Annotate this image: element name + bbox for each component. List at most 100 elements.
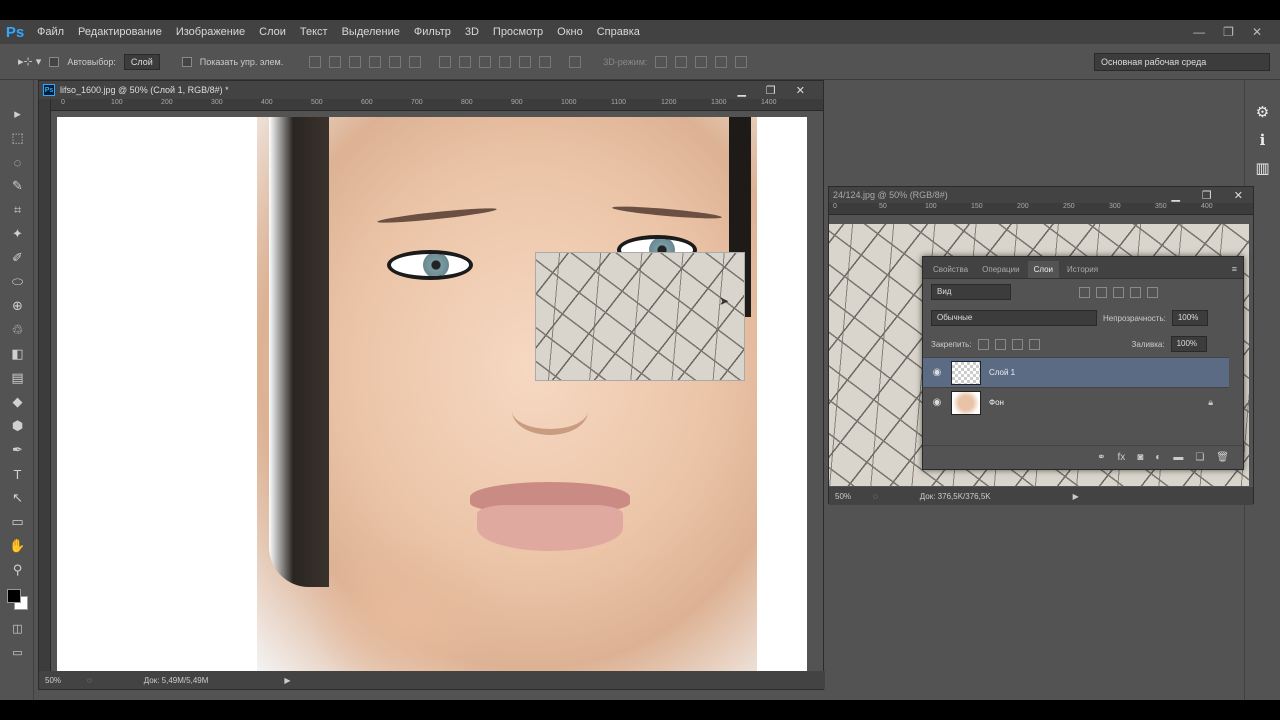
panel-menu-icon[interactable]: ≡	[1226, 260, 1243, 278]
autoselect-checkbox[interactable]	[49, 56, 60, 67]
histogram-icon[interactable]: ▥	[1251, 156, 1275, 180]
align-bottom-icon[interactable]	[349, 55, 362, 68]
path-select-tool-icon[interactable]: ↖	[4, 486, 32, 510]
menu-image[interactable]: Изображение	[169, 20, 252, 44]
dodge-tool-icon[interactable]: ⬢	[4, 414, 32, 438]
minimize-icon[interactable]: —	[1193, 25, 1205, 39]
distribute-hcenter-icon[interactable]	[519, 55, 532, 68]
quick-mask-icon[interactable]: ◫	[4, 616, 32, 640]
lock-all-icon[interactable]	[1028, 338, 1040, 350]
doc2-minimize-icon[interactable]: ▁	[1171, 189, 1179, 202]
autoselect-dropdown[interactable]: Слой	[123, 53, 160, 70]
move-tool-icon[interactable]: ▸	[4, 102, 32, 126]
menu-window[interactable]: Окно	[550, 20, 590, 44]
blend-mode-dropdown[interactable]: Обычные	[931, 310, 1097, 326]
screen-mode-icon[interactable]: ▭	[4, 640, 32, 664]
lock-transparency-icon[interactable]	[977, 338, 989, 350]
fill-input[interactable]: 100%	[1170, 336, 1207, 352]
distribute-bottom-icon[interactable]	[479, 55, 492, 68]
align-left-icon[interactable]	[369, 55, 382, 68]
auto-align-icon[interactable]	[569, 55, 582, 68]
hand-tool-icon[interactable]: ✋	[4, 534, 32, 558]
delete-layer-icon[interactable]: 🗑︎	[1216, 452, 1229, 463]
menu-select[interactable]: Выделение	[335, 20, 407, 44]
filter-shape-icon[interactable]	[1130, 286, 1141, 298]
layer-name[interactable]: Слой 1	[989, 368, 1015, 377]
doc2-restore-icon[interactable]: ❐	[1202, 189, 1212, 202]
gradient-tool-icon[interactable]: ▤	[4, 366, 32, 390]
type-tool-icon[interactable]: T	[4, 462, 32, 486]
3d-rotate-icon[interactable]	[655, 55, 668, 68]
distribute-top-icon[interactable]	[439, 55, 452, 68]
shape-tool-icon[interactable]: ▭	[4, 510, 32, 534]
menu-3d[interactable]: 3D	[458, 20, 486, 44]
align-vcenter-icon[interactable]	[329, 55, 342, 68]
layer-item[interactable]: ◉ Слой 1	[923, 357, 1229, 387]
align-right-icon[interactable]	[409, 55, 422, 68]
quick-select-tool-icon[interactable]: ✎	[4, 174, 32, 198]
close-icon[interactable]: ✕	[1252, 25, 1262, 39]
layer-name[interactable]: Фон	[989, 398, 1004, 407]
filter-smart-icon[interactable]	[1147, 286, 1158, 298]
status-menu-arrow-icon-2[interactable]: ▶	[1073, 492, 1079, 501]
info-icon[interactable]: ℹ	[1251, 128, 1275, 152]
new-layer-icon[interactable]: ❏	[1195, 452, 1204, 463]
status-menu-arrow-icon[interactable]: ▶	[284, 676, 290, 685]
link-layers-icon[interactable]: ⚭	[1097, 452, 1105, 463]
menu-help[interactable]: Справка	[590, 20, 647, 44]
distribute-vcenter-icon[interactable]	[459, 55, 472, 68]
menu-layer[interactable]: Слои	[252, 20, 293, 44]
eraser-tool-icon[interactable]: ◧	[4, 342, 32, 366]
distribute-left-icon[interactable]	[499, 55, 512, 68]
opacity-input[interactable]: 100%	[1171, 310, 1208, 326]
brush-tool-icon[interactable]: ⬭	[4, 270, 32, 294]
doc-minimize-icon[interactable]: ▁	[737, 84, 745, 97]
lasso-tool-icon[interactable]: ◌	[4, 150, 32, 174]
layer-filter-dropdown[interactable]: Вид	[931, 284, 1011, 300]
marquee-tool-icon[interactable]: ⬚	[4, 126, 32, 150]
document-tab[interactable]: Ps lifso_1600.jpg @ 50% (Слой 1, RGB/8#)…	[39, 81, 823, 99]
add-mask-icon[interactable]: ◙	[1137, 452, 1143, 463]
document-window-main[interactable]: Ps lifso_1600.jpg @ 50% (Слой 1, RGB/8#)…	[38, 80, 825, 690]
layer-style-icon[interactable]: fx	[1117, 452, 1125, 463]
move-tool-icon[interactable]: ▸⊹ ▾	[18, 55, 41, 68]
workspace-dropdown[interactable]: Основная рабочая среда	[1094, 52, 1270, 71]
new-group-icon[interactable]: ▬	[1173, 452, 1183, 463]
lock-position-icon[interactable]	[1011, 338, 1023, 350]
adjustment-layer-icon[interactable]: ◐	[1155, 452, 1161, 463]
distribute-right-icon[interactable]	[539, 55, 552, 68]
healing-brush-tool-icon[interactable]: ✐	[4, 246, 32, 270]
zoom-level-2[interactable]: 50%	[835, 492, 851, 501]
color-swatches[interactable]	[2, 582, 33, 616]
blur-tool-icon[interactable]: ◆	[4, 390, 32, 414]
menu-edit[interactable]: Редактирование	[71, 20, 169, 44]
settings-gear-icon[interactable]: ⚙	[1251, 100, 1275, 124]
doc-restore-icon[interactable]: ❐	[766, 84, 776, 97]
3d-roll-icon[interactable]	[675, 55, 688, 68]
filter-type-icon[interactable]	[1113, 286, 1124, 298]
3d-slide-icon[interactable]	[715, 55, 728, 68]
layer-item[interactable]: ◉ Фон 🔒︎	[923, 387, 1229, 417]
clone-stamp-tool-icon[interactable]: ⊕	[4, 294, 32, 318]
menu-view[interactable]: Просмотр	[486, 20, 550, 44]
tab-properties[interactable]: Свойства	[927, 261, 974, 278]
history-brush-tool-icon[interactable]: ♲	[4, 318, 32, 342]
filter-pixel-icon[interactable]	[1079, 286, 1090, 298]
zoom-tool-icon[interactable]: ⚲	[4, 558, 32, 582]
align-hcenter-icon[interactable]	[389, 55, 402, 68]
tab-actions[interactable]: Операции	[976, 261, 1025, 278]
visibility-eye-icon[interactable]: ◉	[923, 367, 951, 378]
document-canvas[interactable]: ➤	[57, 117, 807, 672]
eyedropper-tool-icon[interactable]: ✦	[4, 222, 32, 246]
doc-close-icon[interactable]: ✕	[796, 84, 805, 97]
menu-filter[interactable]: Фильтр	[407, 20, 458, 44]
3d-pan-icon[interactable]	[695, 55, 708, 68]
visibility-eye-icon[interactable]: ◉	[923, 397, 951, 408]
cracked-texture-layer[interactable]	[535, 252, 745, 381]
show-transform-checkbox[interactable]	[181, 56, 192, 67]
pen-tool-icon[interactable]: ✒	[4, 438, 32, 462]
align-top-icon[interactable]	[309, 55, 322, 68]
restore-icon[interactable]: ❐	[1223, 25, 1234, 39]
tab-history[interactable]: История	[1061, 261, 1104, 278]
crop-tool-icon[interactable]: ⌗	[4, 198, 32, 222]
